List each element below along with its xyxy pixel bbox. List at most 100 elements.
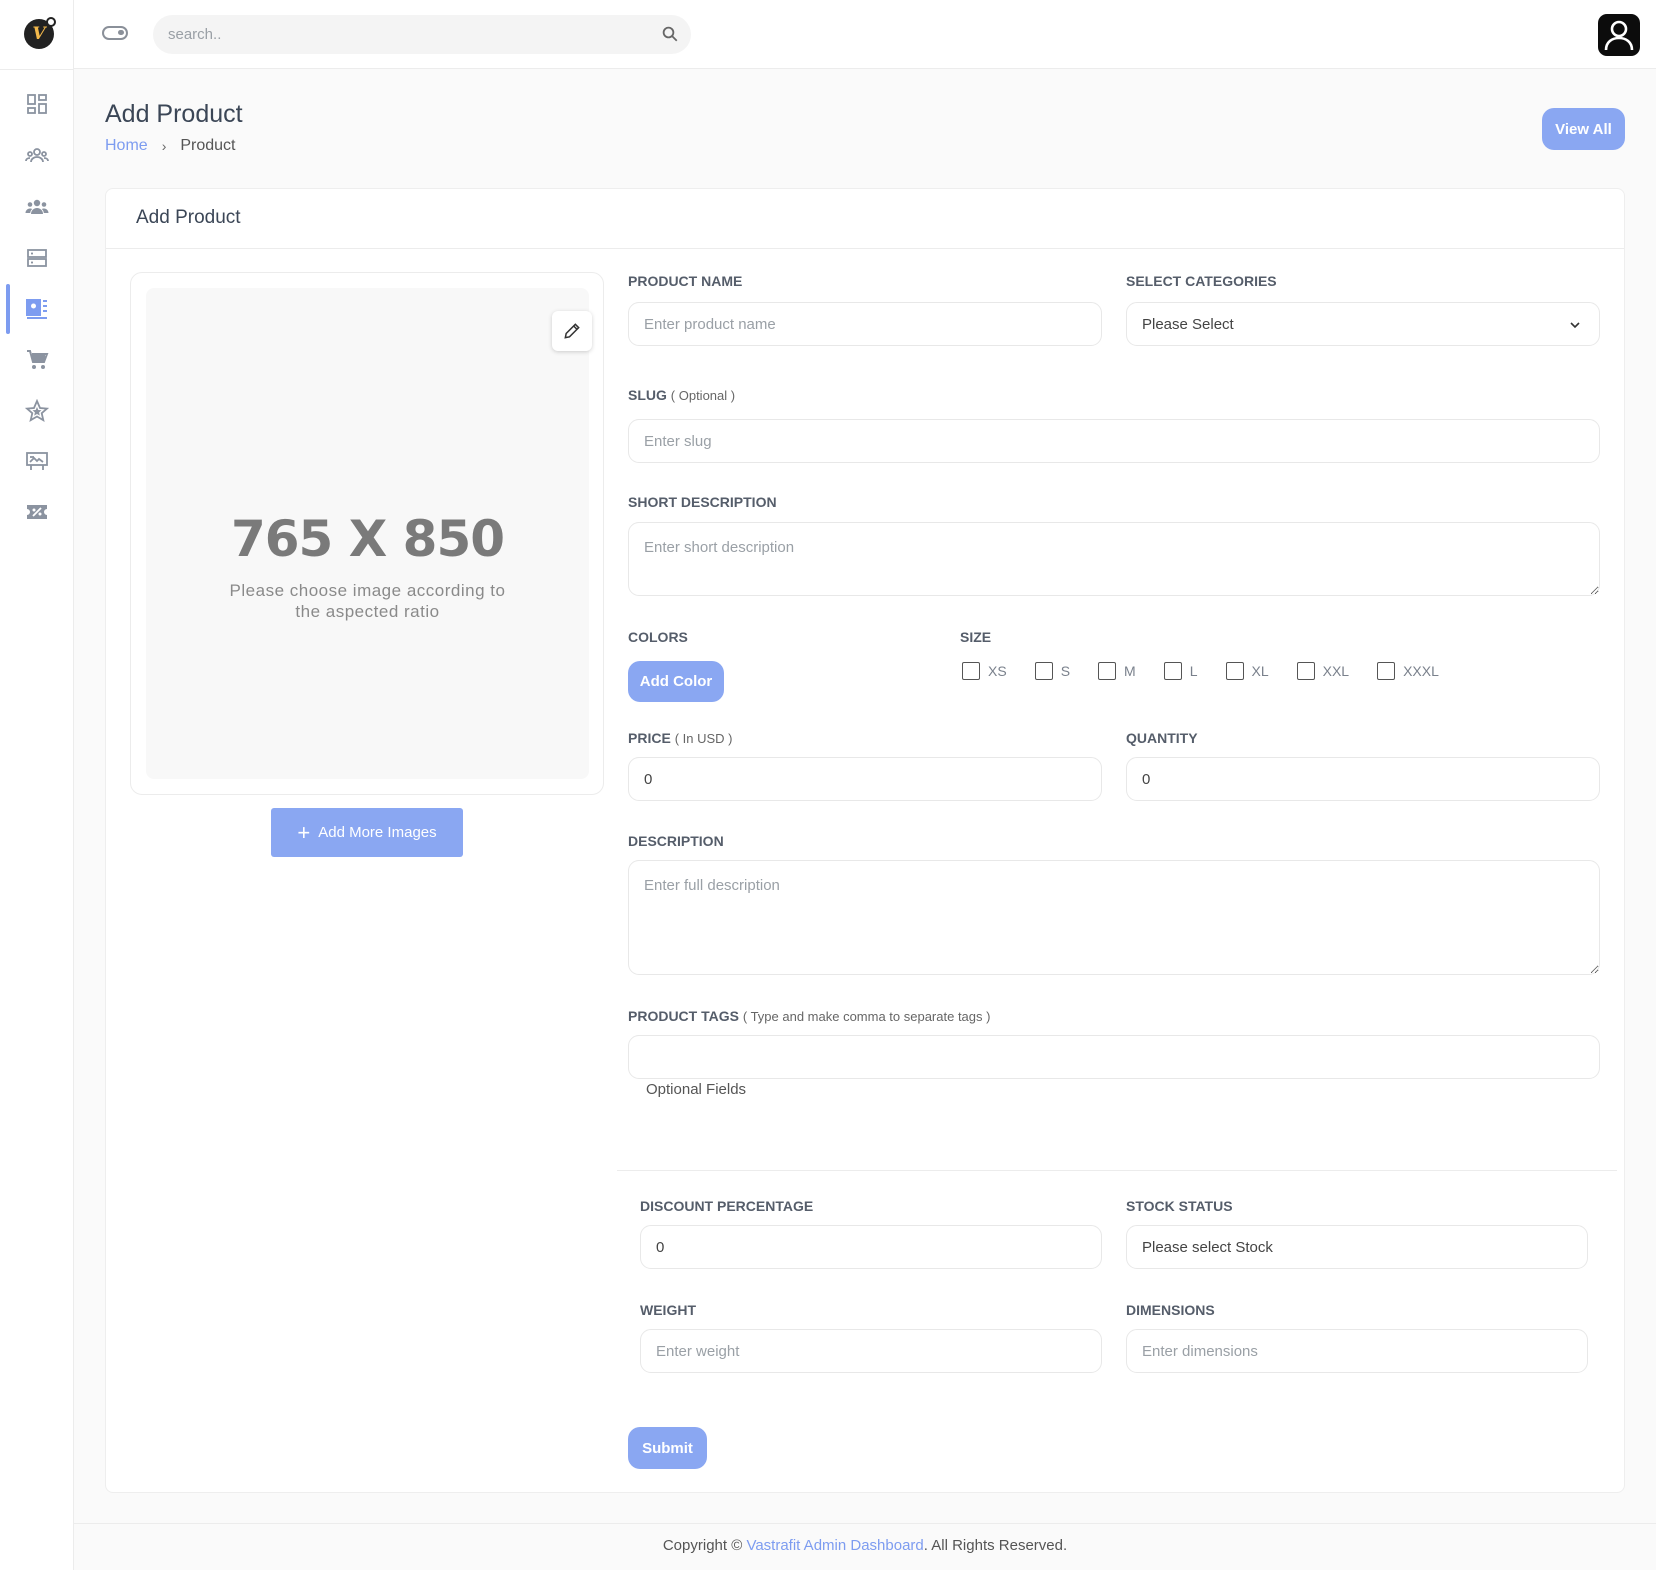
star-icon <box>25 399 49 423</box>
topbar <box>74 0 1656 69</box>
breadcrumb-current: Product <box>180 137 236 154</box>
checkbox[interactable] <box>1225 662 1244 680</box>
sidebar-item-products[interactable] <box>0 284 74 334</box>
product-tags-note: ( Type and make comma to separate tags ) <box>742 1009 991 1024</box>
footer: Copyright © Vastrafit Admin Dashboard. A… <box>74 1537 1656 1554</box>
footer-link[interactable]: Vastrafit Admin Dashboard <box>746 1537 923 1554</box>
description-textarea[interactable] <box>628 860 1600 975</box>
size-option-s[interactable]: S <box>1034 662 1071 680</box>
menu-toggle-icon[interactable] <box>102 26 128 40</box>
discount-input[interactable] <box>640 1225 1102 1269</box>
sidebar: V <box>0 0 74 1570</box>
slug-optional-note: ( Optional ) <box>670 388 736 403</box>
checkbox[interactable] <box>1377 662 1396 680</box>
price-input[interactable] <box>628 757 1102 801</box>
breadcrumb-home[interactable]: Home <box>105 137 148 155</box>
view-all-button[interactable]: View All <box>1542 108 1625 150</box>
size-option-m[interactable]: M <box>1098 662 1136 680</box>
footer-prefix: Copyright © <box>662 1537 747 1554</box>
quantity-label: QUANTITY <box>1126 730 1198 746</box>
quantity-input[interactable] <box>1126 757 1600 801</box>
dimensions-label: DIMENSIONS <box>1126 1302 1215 1318</box>
product-tags-label: PRODUCT TAGS ( Type and make comma to se… <box>628 1008 990 1024</box>
footer-divider <box>74 1523 1656 1524</box>
search-input[interactable] <box>153 15 633 54</box>
brand-logo[interactable]: V <box>24 17 56 49</box>
short-description-label: SHORT DESCRIPTION <box>628 494 777 510</box>
product-tags-input[interactable] <box>628 1035 1600 1079</box>
size-label: SIZE <box>960 629 992 645</box>
optional-fields-heading: Optional Fields <box>646 1081 747 1098</box>
stock-status-label: STOCK STATUS <box>1126 1198 1233 1214</box>
checkbox[interactable] <box>962 662 980 680</box>
dimensions-input[interactable] <box>1126 1329 1588 1373</box>
discount-label: DISCOUNT PERCENTAGE <box>640 1198 814 1214</box>
optional-fields-divider <box>617 1170 1617 1171</box>
size-option-label: XS <box>988 663 1007 679</box>
sidebar-item-orders[interactable] <box>0 340 74 380</box>
storage-icon <box>27 249 47 267</box>
stock-status-value: Please select Stock <box>1142 1238 1273 1256</box>
checkbox[interactable] <box>1163 662 1182 680</box>
logo-dot <box>46 17 56 27</box>
card-divider <box>106 248 1624 249</box>
image-placeholder: 765 X 850 Please choose image according … <box>146 288 592 779</box>
product-name-input[interactable] <box>628 302 1102 346</box>
image-dimensions: 765 X 850 <box>230 510 505 568</box>
logo-letter: V <box>32 24 46 44</box>
size-option-xxxl[interactable]: XXXL <box>1377 662 1439 680</box>
price-label-text: PRICE <box>628 730 671 746</box>
image-hint: Please choose image according to the asp… <box>229 581 506 621</box>
size-option-label: L <box>1189 663 1198 679</box>
add-more-images-button[interactable]: + Add More Images <box>271 808 463 857</box>
edit-image-button[interactable] <box>552 311 592 351</box>
price-label: PRICE ( In USD ) <box>628 730 732 746</box>
add-color-button[interactable]: Add Color <box>628 661 724 702</box>
footer-suffix: . All Rights Reserved. <box>923 1537 1068 1554</box>
description-label: DESCRIPTION <box>628 833 724 849</box>
categories-selected-value: Please Select <box>1142 315 1234 333</box>
sidebar-item-users[interactable] <box>0 136 74 176</box>
size-option-label: XXL <box>1322 663 1350 679</box>
checkbox[interactable] <box>1296 662 1315 680</box>
sidebar-item-customers[interactable] <box>0 187 74 227</box>
weight-label: WEIGHT <box>640 1302 696 1318</box>
plus-icon: + <box>297 819 311 845</box>
image-upload-box[interactable]: 765 X 850 Please choose image according … <box>130 272 604 795</box>
users-icon <box>25 148 49 163</box>
size-option-label: XXXL <box>1403 663 1439 679</box>
size-option-label: M <box>1124 663 1136 679</box>
sidebar-item-categories[interactable] <box>0 238 74 278</box>
product-tags-label-text: PRODUCT TAGS <box>628 1008 739 1024</box>
sidebar-item-dashboard[interactable] <box>0 84 74 124</box>
slug-label: SLUG ( Optional ) <box>628 387 735 403</box>
discount-icon <box>27 505 47 519</box>
sidebar-item-coupons[interactable] <box>0 492 74 532</box>
search-icon[interactable] <box>661 25 679 43</box>
pencil-icon <box>564 323 580 339</box>
size-option-label: XL <box>1251 663 1269 679</box>
stock-status-select[interactable]: Please select Stock <box>1126 1225 1588 1269</box>
product-name-label: PRODUCT NAME <box>628 273 743 289</box>
sidebar-item-banners[interactable] <box>0 441 74 481</box>
size-option-l[interactable]: L <box>1163 662 1198 680</box>
billboard-icon <box>26 452 48 470</box>
card-title: Add Product <box>136 207 241 228</box>
checkbox[interactable] <box>1034 662 1053 680</box>
size-option-xl[interactable]: XL <box>1225 662 1269 680</box>
size-option-xxl[interactable]: XXL <box>1296 662 1350 680</box>
product-icon <box>26 299 47 319</box>
categories-select[interactable]: Please Select <box>1126 302 1600 346</box>
size-option-xs[interactable]: XS <box>962 662 1007 680</box>
sidebar-item-reviews[interactable] <box>0 391 74 431</box>
user-avatar[interactable] <box>1598 14 1640 56</box>
submit-button[interactable]: Submit <box>628 1427 707 1469</box>
short-description-textarea[interactable] <box>628 522 1600 596</box>
checkbox[interactable] <box>1098 662 1117 680</box>
weight-input[interactable] <box>640 1329 1102 1373</box>
price-currency-note: ( In USD ) <box>674 731 733 746</box>
search-bar <box>153 15 691 54</box>
size-option-label: S <box>1060 663 1071 679</box>
slug-input[interactable] <box>628 419 1600 463</box>
group-icon <box>25 199 49 214</box>
